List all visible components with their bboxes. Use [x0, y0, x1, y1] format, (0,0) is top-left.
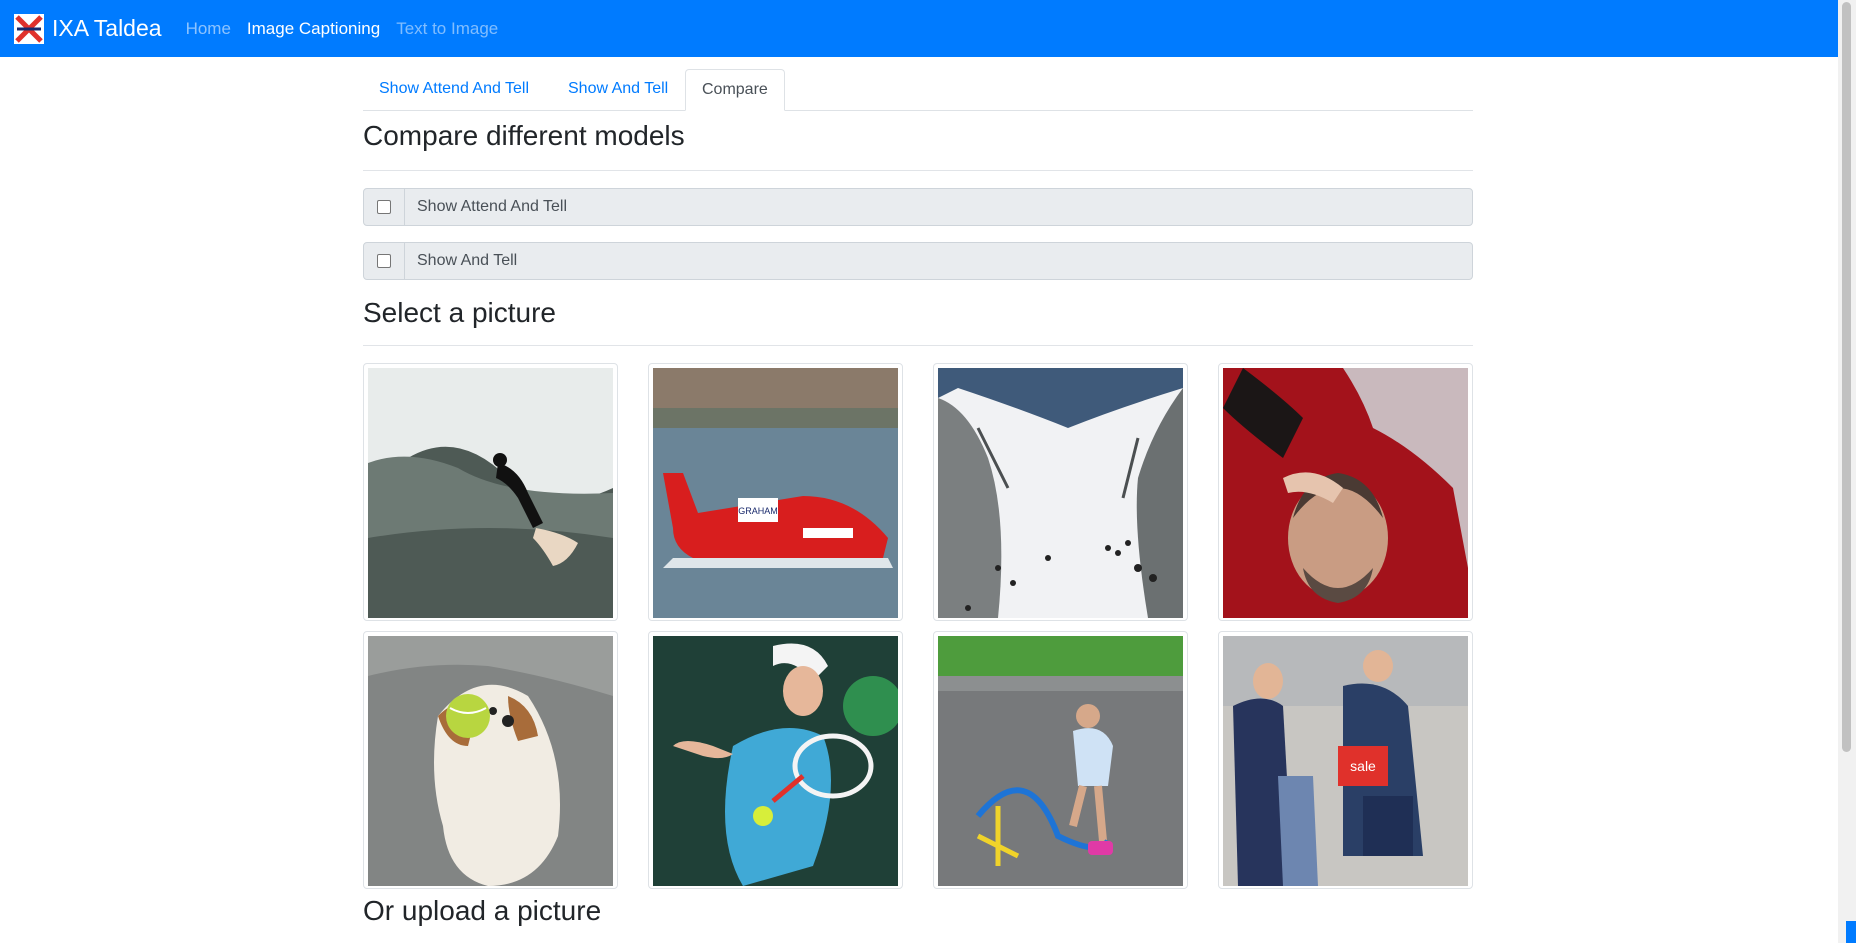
select-picture-title: Select a picture — [363, 297, 556, 328]
picture-tennis-player[interactable] — [648, 631, 903, 889]
picture-dog[interactable] — [363, 631, 618, 889]
tab-show-attend-and-tell[interactable]: Show Attend And Tell — [363, 69, 545, 109]
checkbox-show-attend-and-tell[interactable] — [377, 200, 391, 214]
child-on-shoulders-image — [1223, 368, 1468, 618]
stomp-rocket-image — [938, 636, 1183, 886]
powerboat-image: GRAHAM — [653, 368, 898, 618]
tab-compare[interactable]: Compare — [685, 69, 785, 111]
ixa-logo-icon — [14, 13, 44, 44]
brand[interactable]: IXA Taldea — [14, 13, 162, 44]
brand-name: IXA Taldea — [52, 15, 162, 41]
nav-image-captioning[interactable]: Image Captioning — [247, 19, 380, 39]
model-option-label: Show Attend And Tell — [417, 198, 568, 215]
model-option-show-attend-and-tell: Show Attend And Tell — [363, 188, 1473, 226]
nav-home[interactable]: Home — [186, 19, 231, 39]
picture-ski-slope[interactable] — [933, 363, 1188, 621]
boat-text: GRAHAM — [738, 506, 778, 516]
tennis-player-image — [653, 636, 898, 886]
compare-title: Compare different models — [363, 120, 685, 151]
scrollbar-thumb[interactable] — [1842, 2, 1851, 752]
model-option-label: Show And Tell — [417, 252, 518, 269]
surfer-image — [368, 368, 613, 618]
top-navbar: IXA Taldea Home Image Captioning Text to… — [0, 0, 1838, 57]
dog-image — [368, 636, 613, 886]
picture-powerboat[interactable]: GRAHAM — [648, 363, 903, 621]
nav-text-to-image[interactable]: Text to Image — [396, 19, 498, 39]
checkbox-show-and-tell[interactable] — [377, 254, 391, 268]
picture-child-on-shoulders[interactable] — [1218, 363, 1473, 621]
bag-text: sale — [1350, 758, 1376, 774]
picture-street-crowd[interactable]: sale — [1218, 631, 1473, 889]
street-crowd-image: sale — [1223, 636, 1468, 886]
scrollbar-corner — [1846, 921, 1856, 943]
model-option-show-and-tell: Show And Tell — [363, 242, 1473, 280]
picture-surfer[interactable] — [363, 363, 618, 621]
ski-slope-image — [938, 368, 1183, 618]
divider — [363, 170, 1473, 171]
model-tabs: Show Attend And Tell Show And Tell Compa… — [363, 69, 1473, 111]
tab-show-and-tell[interactable]: Show And Tell — [552, 69, 684, 109]
upload-title: Or upload a picture — [363, 895, 602, 926]
page-scrollbar[interactable] — [1838, 0, 1856, 943]
divider — [363, 345, 1473, 346]
picture-stomp-rocket[interactable] — [933, 631, 1188, 889]
